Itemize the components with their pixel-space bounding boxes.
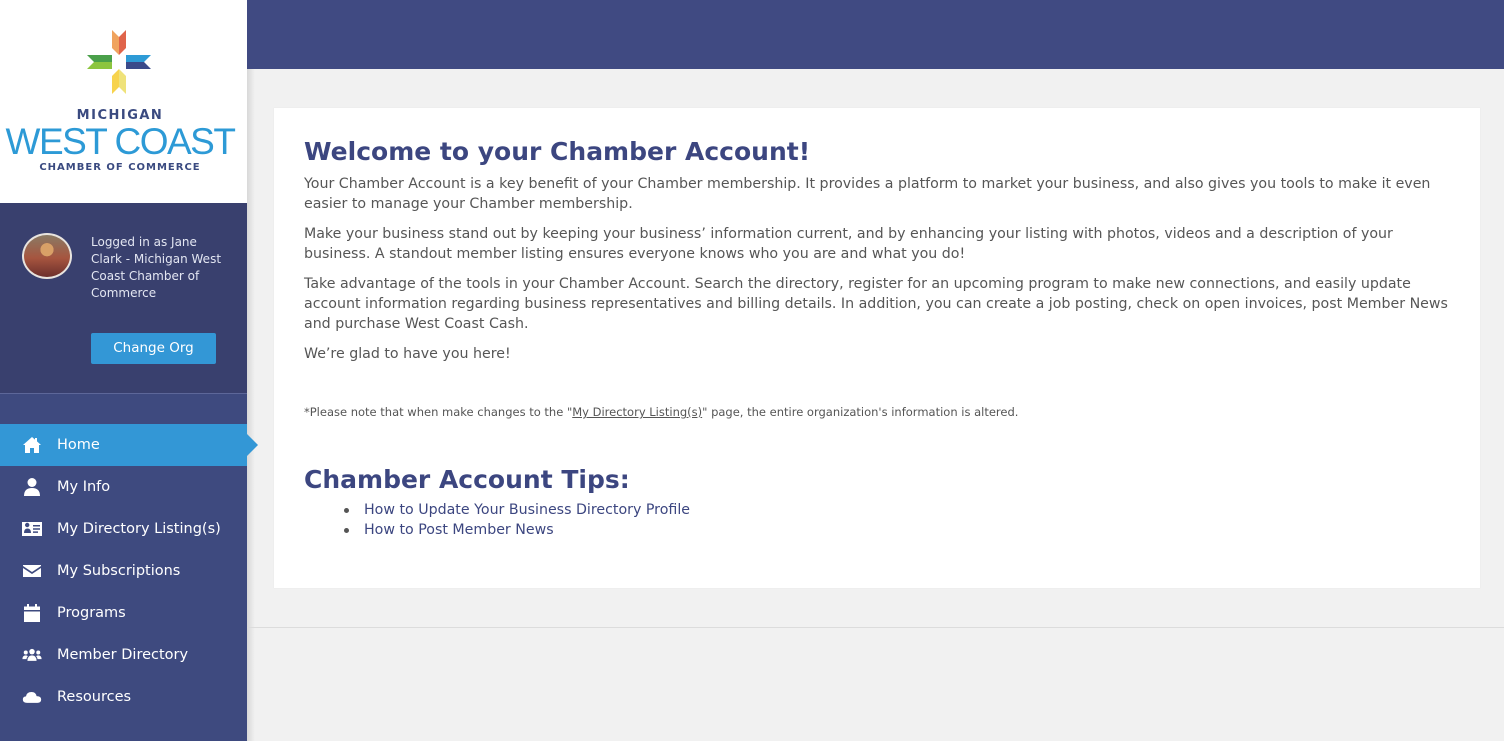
logo[interactable]: MICHIGAN WEST COAST CHAMBER OF COMMERCE xyxy=(0,0,247,203)
sidebar-item-label: Resources xyxy=(57,689,132,705)
tip-link-update-profile[interactable]: How to Update Your Business Directory Pr… xyxy=(364,502,690,518)
sidebar-item-label: Home xyxy=(57,437,100,453)
sidebar-item-label: My Subscriptions xyxy=(57,563,181,579)
sidebar-item-label: Programs xyxy=(57,605,126,621)
tools-paragraph: Take advantage of the tools in your Cham… xyxy=(304,276,1448,332)
sidebar-item-label: My Info xyxy=(57,479,111,495)
sidebar-item-label: Member Directory xyxy=(57,647,189,663)
sidebar-item-my-info[interactable]: My Info xyxy=(0,466,247,508)
listing-paragraph: Make your business stand out by keeping … xyxy=(304,226,1393,262)
sidebar: MICHIGAN WEST COAST CHAMBER OF COMMERCE … xyxy=(0,0,258,741)
sidebar-item-my-directory-listings[interactable]: My Directory Listing(s) xyxy=(0,508,247,550)
user-icon xyxy=(22,477,42,497)
logged-in-text: Logged in as Jane Clark - Michigan West … xyxy=(91,235,222,300)
footer-divider xyxy=(247,627,1504,628)
home-icon xyxy=(22,435,42,455)
chamber-star-logo-icon xyxy=(87,30,151,94)
intro-paragraph: Your Chamber Account is a key benefit of… xyxy=(304,176,1431,212)
envelope-icon xyxy=(22,561,42,581)
sidebar-item-programs[interactable]: Programs xyxy=(0,592,247,634)
sidebar-item-member-directory[interactable]: Member Directory xyxy=(0,634,247,676)
list-item: How to Update Your Business Directory Pr… xyxy=(342,500,1450,520)
my-directory-listings-link[interactable]: My Directory Listing(s) xyxy=(572,405,702,419)
page-title: Welcome to your Chamber Account! xyxy=(304,137,811,166)
tips-title: Chamber Account Tips: xyxy=(304,465,630,494)
note-prefix: *Please note that when make changes to t… xyxy=(304,405,573,419)
tip-link-post-news[interactable]: How to Post Member News xyxy=(364,522,554,538)
list-item: How to Post Member News xyxy=(342,520,1450,540)
top-header-bar xyxy=(247,0,1504,69)
logo-chamber-text: CHAMBER OF COMMERCE xyxy=(39,162,201,173)
note-suffix: " page, the entire organization's inform… xyxy=(702,405,1019,419)
users-icon xyxy=(22,645,42,665)
sidebar-shadow xyxy=(247,69,255,741)
sidebar-item-resources[interactable]: Resources xyxy=(0,676,247,718)
directory-note: *Please note that when make changes to t… xyxy=(304,404,1450,420)
sidebar-nav: Home My Info My Directory Listing(s) My … xyxy=(0,424,258,718)
change-org-button[interactable]: Change Org xyxy=(91,333,216,364)
id-card-icon xyxy=(22,519,42,539)
sidebar-item-label: My Directory Listing(s) xyxy=(57,521,221,537)
sidebar-item-home[interactable]: Home xyxy=(0,424,258,466)
tips-list: How to Update Your Business Directory Pr… xyxy=(304,500,1450,540)
logo-westcoast-text: WEST COAST xyxy=(5,121,236,162)
user-panel: Logged in as Jane Clark - Michigan West … xyxy=(0,203,247,394)
welcome-card: Welcome to your Chamber Account! Your Ch… xyxy=(274,108,1480,588)
cloud-icon xyxy=(22,687,42,707)
avatar[interactable] xyxy=(22,233,72,279)
calendar-icon xyxy=(22,603,42,623)
closing-paragraph: We’re glad to have you here! xyxy=(304,346,511,362)
sidebar-item-my-subscriptions[interactable]: My Subscriptions xyxy=(0,550,247,592)
